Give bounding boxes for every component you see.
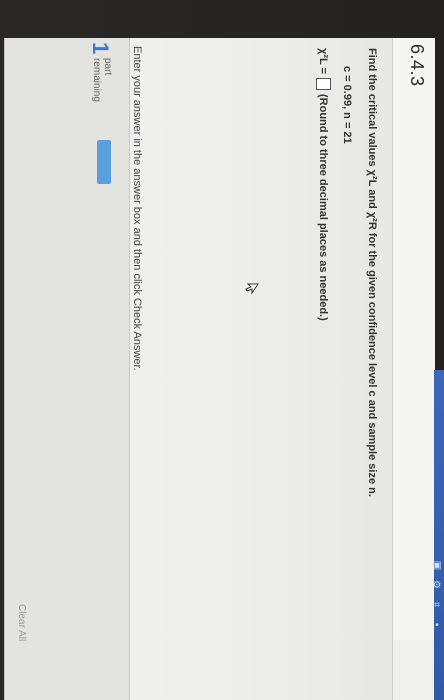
- right-edge-icons: ▣ ⚙ ⌗ •: [430, 560, 444, 700]
- mouse-cursor-icon: [245, 283, 259, 295]
- answer-prefix: χ²L =: [317, 48, 330, 74]
- header-right-strip: [393, 640, 435, 700]
- parts-remaining-label-line1: part: [102, 58, 113, 76]
- problem-id: 6.4.3: [407, 44, 427, 87]
- parts-remaining-count: 1: [88, 42, 113, 55]
- divider: [129, 38, 130, 700]
- rotated-content: 6.4.3 Find the critical values χ²L and χ…: [5, 38, 435, 700]
- screen: 6.4.3 Find the critical values χ²L and χ…: [4, 38, 435, 700]
- parts-remaining-label: part remaining: [91, 58, 113, 102]
- question-prompt: Find the critical values χ²L and χ²R for…: [366, 48, 378, 497]
- answer-hint: (Round to three decimal places as needed…: [317, 94, 330, 321]
- grid-icon: ⌗: [434, 600, 440, 611]
- app-icon: ▣: [432, 560, 442, 571]
- question-given: c = 0.99, n = 21: [341, 66, 353, 144]
- clear-all-button[interactable]: Clear All: [16, 604, 27, 641]
- parts-remaining-label-line2: remaining: [91, 58, 102, 102]
- answer-line: χ²L = (Round to three decimal places as …: [316, 48, 331, 321]
- gear-icon: ⚙: [432, 580, 442, 591]
- instruction-text: Enter your answer in the answer box and …: [131, 46, 143, 371]
- progress-bar: [97, 140, 111, 184]
- answer-input-box[interactable]: [316, 78, 331, 90]
- photo-frame: 6.4.3 Find the critical values χ²L and χ…: [0, 0, 444, 700]
- header-bar: 6.4.3: [392, 38, 435, 700]
- lower-panel: [5, 38, 129, 700]
- dot-icon: •: [435, 620, 439, 631]
